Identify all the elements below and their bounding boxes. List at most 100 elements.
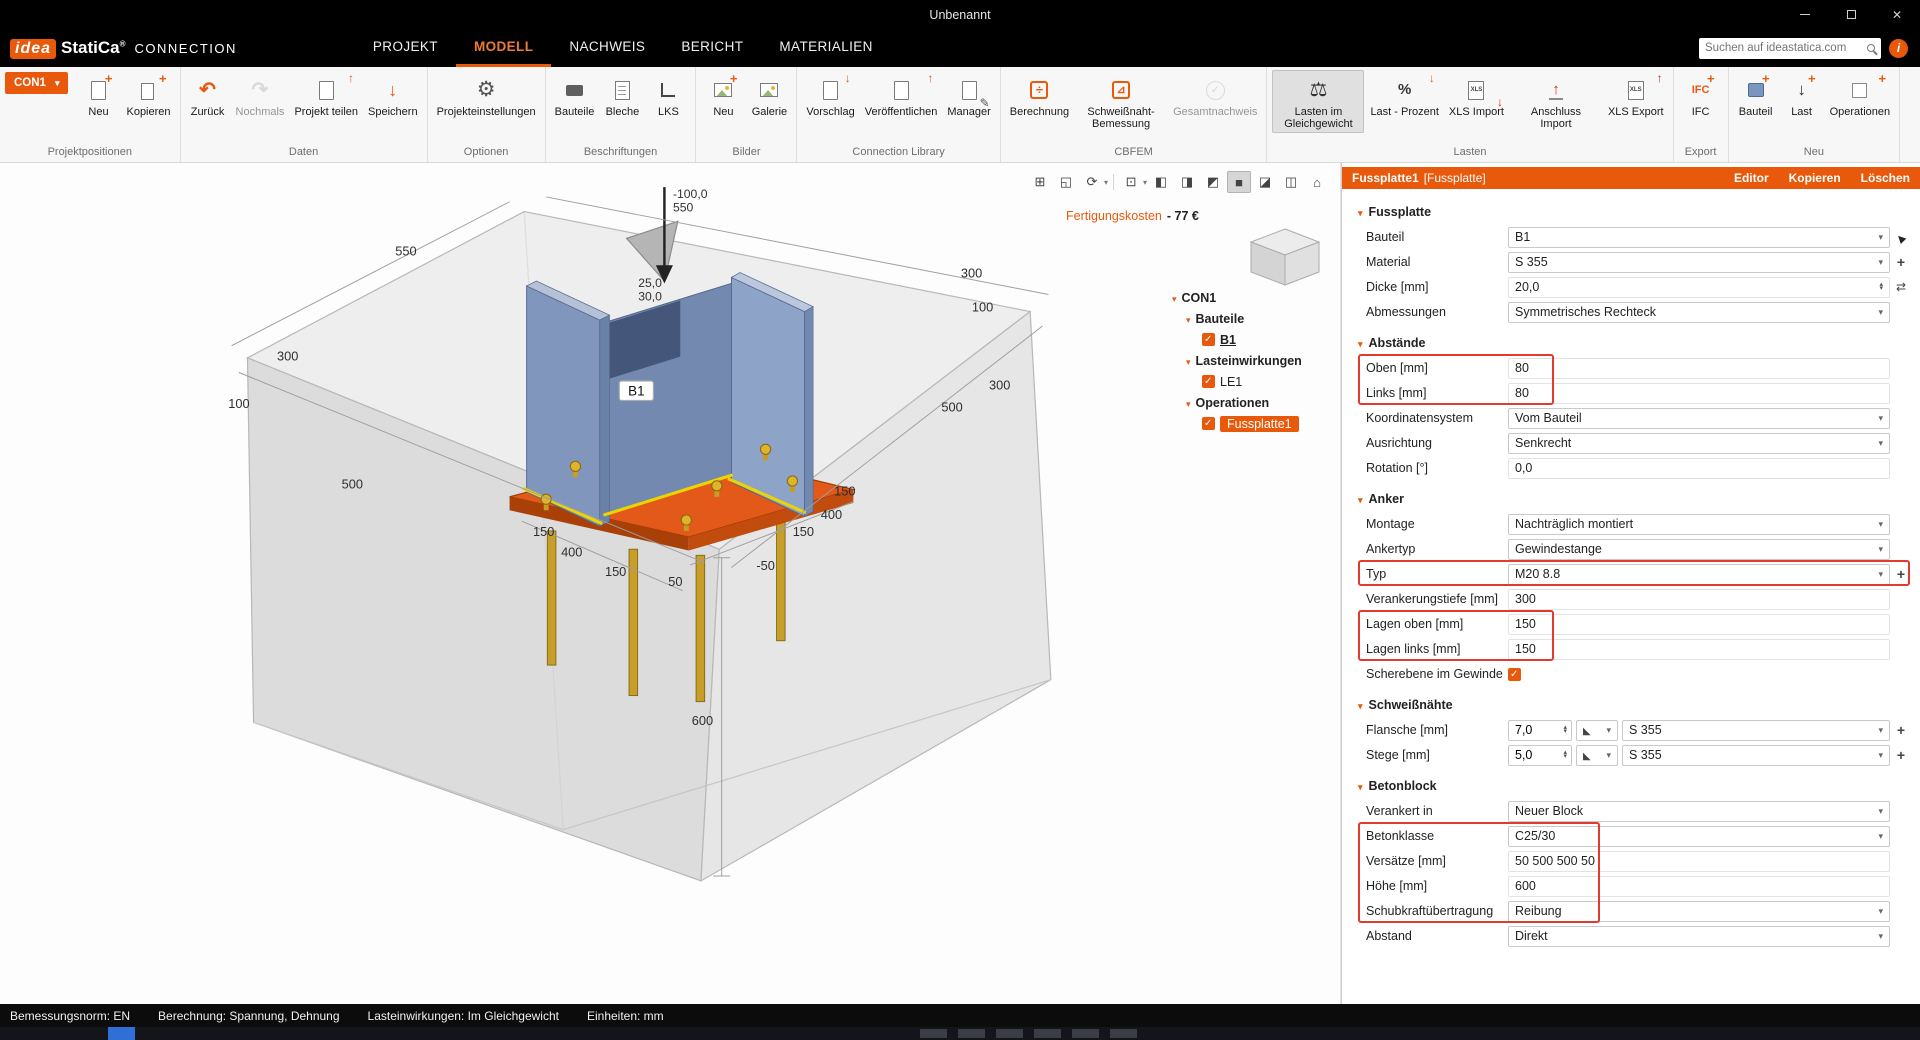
chevron-down-icon[interactable] [1186, 396, 1191, 410]
tab-bericht[interactable]: BERICHT [663, 29, 761, 67]
xls-import-button[interactable]: XLS Import [1445, 70, 1508, 133]
kopieren-operation-button[interactable]: Kopieren [1789, 171, 1841, 185]
neu-bauteil-button[interactable]: Bauteil [1734, 70, 1778, 120]
tab-projekt[interactable]: PROJEKT [355, 29, 456, 67]
status-berechnung[interactable]: Berechnung: Spannung, Dehnung [158, 1009, 339, 1023]
dicke-input[interactable]: 20,0 [1508, 277, 1890, 298]
xls-export-button[interactable]: XLS Export [1604, 70, 1668, 133]
add-weld-material-button[interactable] [1890, 747, 1912, 763]
neu-operationen-button[interactable]: Operationen [1826, 70, 1895, 120]
taskbar-app-tile[interactable] [108, 1027, 135, 1040]
add-weld-material-button[interactable] [1890, 722, 1912, 738]
section-anker[interactable]: Anker [1358, 490, 1912, 508]
tab-modell[interactable]: MODELL [456, 29, 551, 67]
chevron-down-icon[interactable]: ▾ [1104, 178, 1108, 187]
chevron-down-icon[interactable]: ▾ [1143, 178, 1147, 187]
abstand-select[interactable]: Direkt [1508, 926, 1890, 947]
add-material-button[interactable] [1890, 254, 1912, 270]
add-anchor-type-button[interactable] [1890, 566, 1912, 582]
flansche-thickness-input[interactable]: 7,0 [1508, 720, 1572, 741]
projekt-teilen-button[interactable]: Projekt teilen [290, 70, 362, 120]
neu-bild-button[interactable]: Neu [701, 70, 745, 120]
checkbox-checked[interactable] [1202, 375, 1215, 388]
ankertyp-select[interactable]: Gewindestange [1508, 539, 1890, 560]
tree-node-con1[interactable]: CON1 [1172, 287, 1340, 308]
verankert-in-select[interactable]: Neuer Block [1508, 801, 1890, 822]
koordinatensystem-select[interactable]: Vom Bauteil [1508, 408, 1890, 429]
versaetze-input[interactable]: 50 500 500 50 [1508, 851, 1890, 872]
section-fussplatte[interactable]: Fussplatte [1358, 203, 1912, 221]
lagen-links-input[interactable]: 150 [1508, 639, 1890, 660]
neu-last-button[interactable]: Last [1780, 70, 1824, 120]
montage-select[interactable]: Nachträglich montiert [1508, 514, 1890, 535]
viewport-3d[interactable]: -100,0 550 25,0 30,0 B1 550 [0, 163, 1341, 1004]
pick-in-scene-icon[interactable] [1890, 230, 1912, 244]
links-input[interactable]: 80 [1508, 383, 1890, 404]
manager-button[interactable]: Manager [943, 70, 994, 120]
hoehe-input[interactable]: 600 [1508, 876, 1890, 897]
zurueck-button[interactable]: Zurück [186, 70, 230, 120]
projekteinstellungen-button[interactable]: Projekteinstellungen [433, 70, 540, 120]
lks-button[interactable]: LKS [646, 70, 690, 120]
swap-dimensions-icon[interactable] [1890, 280, 1912, 294]
veroeffentlichen-button[interactable]: Veröffentlichen [861, 70, 942, 120]
last-prozent-button[interactable]: Last - Prozent [1366, 70, 1442, 133]
abmessungen-select[interactable]: Symmetrisches Rechteck [1508, 302, 1890, 323]
verankerungstiefe-input[interactable]: 300 [1508, 589, 1890, 610]
schubkraftuebertragung-select[interactable]: Reibung [1508, 901, 1890, 922]
info-icon[interactable] [1889, 39, 1908, 58]
section-abstaende[interactable]: Abstände [1358, 334, 1912, 352]
status-bemessungsnorm[interactable]: Bemessungsnorm: EN [10, 1009, 130, 1023]
taskbar-tile[interactable] [1110, 1029, 1137, 1038]
home-view-button[interactable]: ⌂ [1305, 171, 1329, 193]
berechnung-button[interactable]: Berechnung [1006, 70, 1073, 133]
flansche-material-select[interactable]: S 355 [1622, 720, 1890, 741]
stege-material-select[interactable]: S 355 [1622, 745, 1890, 766]
tab-materialien[interactable]: MATERIALIEN [761, 29, 890, 67]
tree-node-bauteile[interactable]: Bauteile [1172, 308, 1340, 329]
galerie-button[interactable]: Galerie [747, 70, 791, 120]
bauteil-select[interactable]: B1 [1508, 227, 1890, 248]
checkbox-checked[interactable] [1202, 417, 1215, 430]
taskbar-tile[interactable] [1072, 1029, 1099, 1038]
bleche-labels-button[interactable]: Bleche [600, 70, 644, 120]
view-top-button[interactable]: ◩ [1201, 171, 1225, 193]
tree-item-le1[interactable]: LE1 [1172, 371, 1340, 392]
close-button[interactable] [1874, 0, 1920, 29]
anschluss-import-button[interactable]: Anschluss Import [1510, 70, 1602, 133]
chevron-down-icon[interactable] [1172, 291, 1177, 305]
scherebene-checkbox[interactable] [1508, 668, 1521, 681]
ausrichtung-select[interactable]: Senkrecht [1508, 433, 1890, 454]
measure-tool-button[interactable]: ⊞ [1028, 171, 1052, 193]
neu-projektposition-button[interactable]: Neu [76, 70, 120, 120]
chevron-down-icon[interactable] [1186, 354, 1191, 368]
lasten-im-gleichgewicht-toggle[interactable]: Lasten im Gleichgewicht [1272, 70, 1364, 133]
tab-nachweis[interactable]: NACHWEIS [551, 29, 663, 67]
taskbar-tile[interactable] [920, 1029, 947, 1038]
kopieren-button[interactable]: Kopieren [122, 70, 174, 120]
view-shaded-button[interactable]: ■ [1227, 171, 1251, 193]
tree-item-b1[interactable]: B1 [1172, 329, 1340, 350]
stege-weld-type-select[interactable] [1576, 745, 1618, 766]
bauteile-labels-button[interactable]: Bauteile [551, 70, 599, 120]
3d-viewport-canvas[interactable]: -100,0 550 25,0 30,0 B1 550 [0, 165, 1341, 1003]
speichern-button[interactable]: Speichern [364, 70, 422, 120]
view-axon-button[interactable]: ◪ [1253, 171, 1277, 193]
view-front-button[interactable]: ◧ [1149, 171, 1173, 193]
section-betonblock[interactable]: Betonblock [1358, 777, 1912, 795]
stepper-arrows-icon[interactable] [1563, 751, 1567, 759]
betonklasse-select[interactable]: C25/30 [1508, 826, 1890, 847]
search-field[interactable] [1699, 38, 1881, 59]
chevron-down-icon[interactable] [1186, 312, 1191, 326]
lagen-oben-input[interactable]: 150 [1508, 614, 1890, 635]
status-einheiten[interactable]: Einheiten: mm [587, 1009, 664, 1023]
connection-selector[interactable]: CON1 [5, 72, 68, 94]
zoom-extents-button[interactable]: ◱ [1054, 171, 1078, 193]
stepper-arrows-icon[interactable] [1563, 726, 1567, 734]
rotation-input[interactable]: 0,0 [1508, 458, 1890, 479]
schweissnaht-bemessung-button[interactable]: Schweißnaht-Bemessung [1075, 70, 1167, 133]
tree-node-operationen[interactable]: Operationen [1172, 392, 1340, 413]
maximize-button[interactable] [1828, 0, 1874, 29]
view-side-button[interactable]: ◨ [1175, 171, 1199, 193]
checkbox-checked[interactable] [1202, 333, 1215, 346]
